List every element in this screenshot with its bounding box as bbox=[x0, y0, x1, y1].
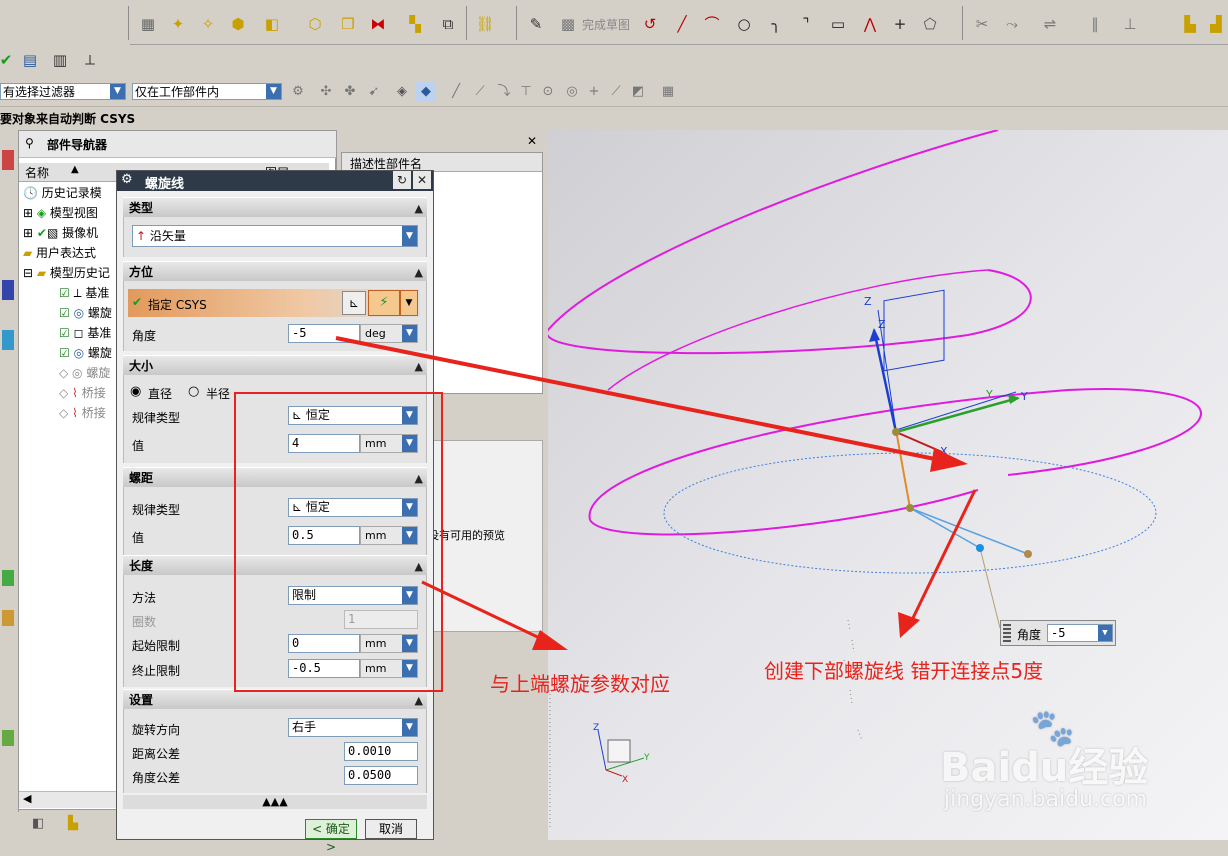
arrowhead bbox=[532, 630, 568, 650]
watermark: 🐾 Baidu经验 jingyan.baidu.com bbox=[940, 708, 1220, 825]
assembly-icon[interactable]: ▙ bbox=[68, 816, 78, 831]
arrow-to-note1 bbox=[421, 580, 549, 644]
arrowhead bbox=[898, 612, 920, 638]
arrowhead bbox=[930, 448, 968, 472]
arrow-to-lower-helix bbox=[910, 489, 977, 621]
highlight-box bbox=[234, 392, 443, 692]
watermark-brand: Baidu经验 bbox=[940, 745, 1149, 791]
watermark-url: jingyan.baidu.com bbox=[944, 787, 1148, 812]
arrow-to-angle-gap bbox=[335, 336, 941, 462]
annotation-note-lower-helix: 创建下部螺旋线 错开连接点5度 bbox=[764, 659, 1044, 683]
bottom-tabs: ◧ ▙ bbox=[18, 812, 116, 840]
annotation-note-params: 与上端螺旋参数对应 bbox=[490, 672, 670, 696]
part-icon[interactable]: ◧ bbox=[32, 816, 44, 831]
